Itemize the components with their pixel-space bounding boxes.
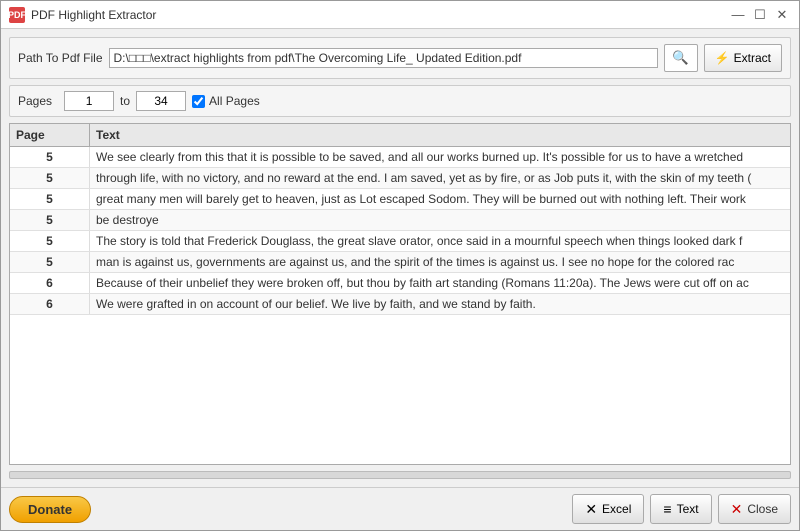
title-bar-left: PDF PDF Highlight Extractor — [9, 7, 156, 23]
donate-button[interactable]: Donate — [9, 496, 91, 523]
cell-text: through life, with no victory, and no re… — [90, 168, 790, 188]
cell-text: man is against us, governments are again… — [90, 252, 790, 272]
pages-label: Pages — [18, 94, 52, 108]
text-icon: ≡ — [663, 501, 671, 517]
cell-text: We were grafted in on account of our bel… — [90, 294, 790, 314]
cell-text: be destroye — [90, 210, 790, 230]
app-icon: PDF — [9, 7, 25, 23]
table-row[interactable]: 5through life, with no victory, and no r… — [10, 168, 790, 189]
title-bar: PDF PDF Highlight Extractor — ☐ ✕ — [1, 1, 799, 29]
cell-page: 5 — [10, 147, 90, 167]
cell-text: We see clearly from this that it is poss… — [90, 147, 790, 167]
table-body: 5We see clearly from this that it is pos… — [10, 147, 790, 464]
table-row[interactable]: 5be destroye — [10, 210, 790, 231]
cell-page: 5 — [10, 168, 90, 188]
text-button[interactable]: ≡ Text — [650, 494, 711, 524]
footer-buttons: ✕ Excel ≡ Text ✕ Close — [572, 494, 791, 524]
path-label: Path To Pdf File — [18, 51, 103, 65]
table-header: Page Text — [10, 124, 790, 147]
main-window: PDF PDF Highlight Extractor — ☐ ✕ Path T… — [0, 0, 800, 531]
excel-icon: ✕ — [585, 501, 597, 518]
path-row: Path To Pdf File 🔍 ⚡ Extract — [9, 37, 791, 79]
table-row[interactable]: 6We were grafted in on account of our be… — [10, 294, 790, 315]
extract-button[interactable]: ⚡ Extract — [704, 44, 782, 72]
cell-page: 5 — [10, 189, 90, 209]
col-header-text: Text — [90, 124, 790, 146]
cell-text: Because of their unbelief they were brok… — [90, 273, 790, 293]
excel-button[interactable]: ✕ Excel — [572, 494, 644, 524]
extract-icon: ⚡ — [715, 51, 730, 65]
page-to-label: to — [120, 94, 130, 108]
spacer-bar — [9, 471, 791, 479]
footer: Donate ✕ Excel ≡ Text ✕ Close — [1, 487, 799, 530]
close-button[interactable]: ✕ Close — [718, 494, 791, 524]
cell-page: 5 — [10, 231, 90, 251]
cell-page: 5 — [10, 252, 90, 272]
table-row[interactable]: 5man is against us, governments are agai… — [10, 252, 790, 273]
close-icon: ✕ — [731, 501, 743, 518]
page-to-input[interactable] — [136, 91, 186, 111]
table-row[interactable]: 5The story is told that Frederick Dougla… — [10, 231, 790, 252]
cell-page: 5 — [10, 210, 90, 230]
search-button[interactable]: 🔍 — [664, 44, 698, 72]
search-icon: 🔍 — [672, 50, 689, 66]
table-row[interactable]: 5great many men will barely get to heave… — [10, 189, 790, 210]
table-row[interactable]: 6Because of their unbelief they were bro… — [10, 273, 790, 294]
cell-text: great many men will barely get to heaven… — [90, 189, 790, 209]
cell-page: 6 — [10, 294, 90, 314]
cell-text: The story is told that Frederick Douglas… — [90, 231, 790, 251]
minimize-button[interactable]: — — [729, 6, 747, 24]
all-pages-label[interactable]: All Pages — [192, 94, 260, 108]
window-title: PDF Highlight Extractor — [31, 8, 156, 22]
all-pages-checkbox[interactable] — [192, 95, 205, 108]
pages-row: Pages to All Pages — [9, 85, 791, 117]
cell-page: 6 — [10, 273, 90, 293]
close-window-button[interactable]: ✕ — [773, 6, 791, 24]
col-header-page: Page — [10, 124, 90, 146]
results-table: Page Text 5We see clearly from this that… — [9, 123, 791, 465]
table-row[interactable]: 5We see clearly from this that it is pos… — [10, 147, 790, 168]
maximize-button[interactable]: ☐ — [751, 6, 769, 24]
title-controls: — ☐ ✕ — [729, 6, 791, 24]
page-from-input[interactable] — [64, 91, 114, 111]
content-area: Path To Pdf File 🔍 ⚡ Extract Pages to Al… — [1, 29, 799, 487]
path-input[interactable] — [109, 48, 658, 68]
